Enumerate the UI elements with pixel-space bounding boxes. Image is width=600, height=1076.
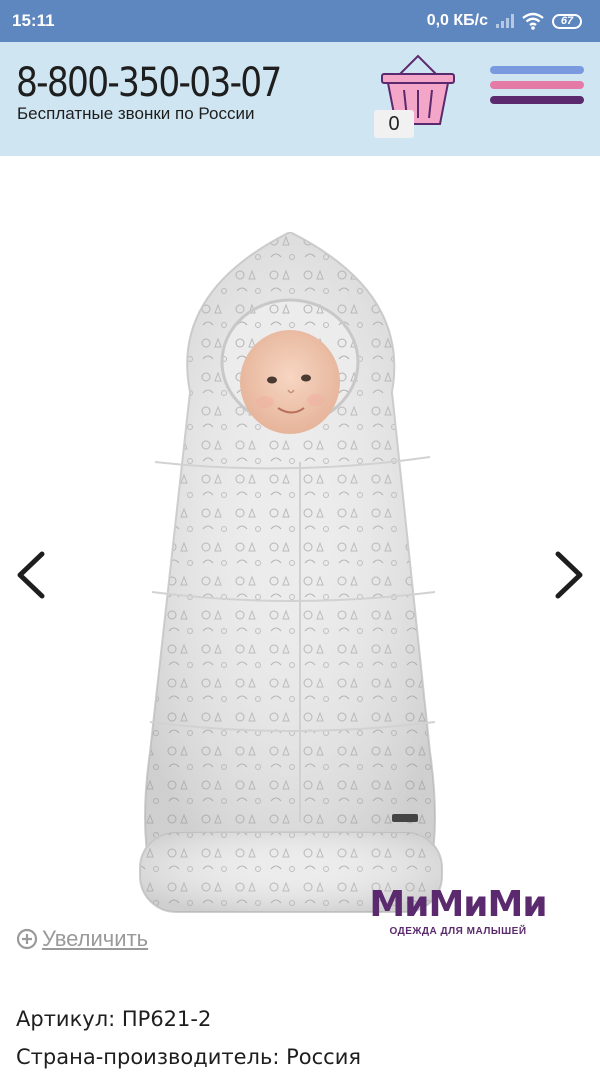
article-number: Артикул: ПР621-2 <box>16 1007 212 1031</box>
cart-count-badge[interactable]: 0 <box>374 110 414 138</box>
brand-logo: МиМиМи ОДЕЖДА ДЛЯ МАЛЫШЕЙ <box>348 884 568 944</box>
product-gallery: МиМиМи ОДЕЖДА ДЛЯ МАЛЫШЕЙ Увеличить <box>0 156 600 951</box>
status-time: 15:11 <box>12 11 55 30</box>
brand-name: МиМиМи <box>369 884 547 925</box>
status-bar: 15:11 0,0 КБ/с 67 <box>0 0 600 42</box>
signal-icon <box>496 14 514 28</box>
site-header: 8-800-350-03-07 Бесплатные звонки по Рос… <box>0 42 600 156</box>
zoom-link[interactable]: Увеличить <box>16 926 148 952</box>
zoom-label: Увеличить <box>42 926 149 951</box>
country-of-origin: Страна-производитель: Россия <box>16 1045 361 1069</box>
chevron-left-icon[interactable] <box>12 548 52 602</box>
product-image[interactable] <box>130 232 450 932</box>
status-indicators: 0,0 КБ/с 67 <box>427 12 582 30</box>
brand-tagline: ОДЕЖДА ДЛЯ МАЛЫШЕЙ <box>389 926 527 937</box>
network-speed: 0,0 КБ/с <box>426 12 488 29</box>
menu-line-icon <box>490 66 584 74</box>
battery-level: 67 <box>560 15 574 27</box>
phone-number[interactable]: 8-800-350-03-07 <box>16 60 282 106</box>
menu-line-icon <box>490 81 584 89</box>
free-calls-label: Бесплатные звонки по России <box>17 104 255 123</box>
battery-icon: 67 <box>552 13 582 29</box>
zoom-in-icon <box>16 928 38 950</box>
wifi-icon <box>522 12 544 30</box>
chevron-right-icon[interactable] <box>548 548 588 602</box>
menu-line-icon <box>490 96 584 104</box>
hamburger-menu-button[interactable] <box>490 66 584 106</box>
